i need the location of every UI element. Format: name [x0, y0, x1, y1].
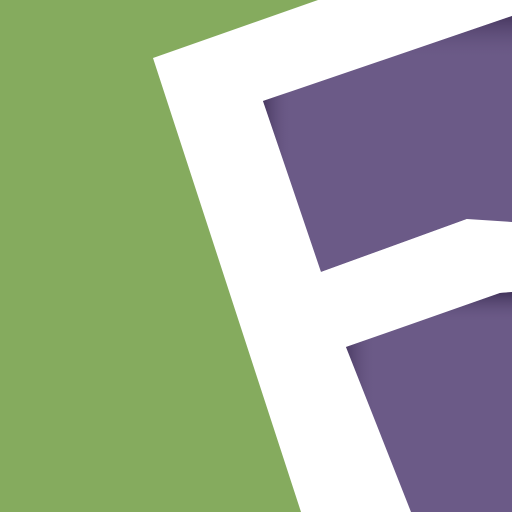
- letter-f-logo-icon: [0, 0, 512, 512]
- app-icon: [0, 0, 512, 512]
